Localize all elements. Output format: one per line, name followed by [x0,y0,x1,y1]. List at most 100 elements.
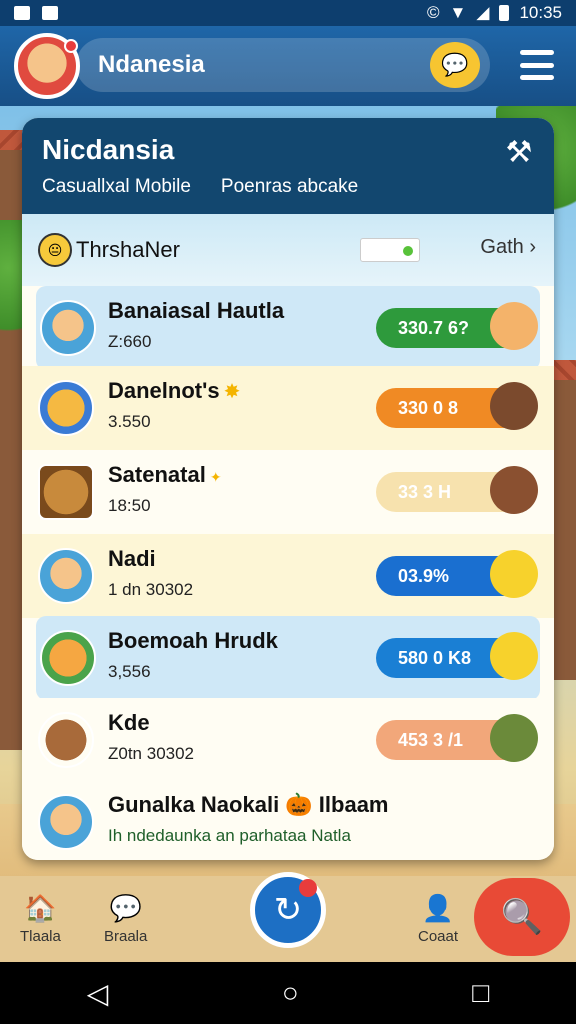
badge-value: 330.7 6? [398,317,470,338]
filter-label: ThrshaNer [76,237,180,262]
avatar [40,300,96,356]
badge-value: 453 3 /1 [398,729,464,750]
card-subtitle-left: Casuallxal Mobile [42,176,191,197]
status-bar: © ▼ ◢ 10:35 [0,0,576,26]
item-score: 1 dn 30302 [108,580,194,599]
profile-avatar[interactable] [14,33,80,99]
avatar [38,548,94,604]
pet-icon [490,302,538,350]
refresh-icon: ↻ [273,891,303,929]
leaderboard-card: Nicdansia Casuallxal Mobile Poenras abca… [22,118,554,860]
pet-icon [490,714,538,762]
badge-value: 03.9% [398,565,450,586]
item-score: Z0tn 30302 [108,744,195,763]
sync-icon: © [427,3,440,22]
avatar [38,712,94,768]
list-item[interactable]: Banaiasal Hautla Z:660 330.7 6? [36,286,540,370]
app-title-bar: Ndanesia 💬 [76,38,490,92]
filter-row[interactable]: 😐 ThrshaNer Gath › [22,214,554,286]
avatar [38,380,94,436]
app-bar: Ndanesia 💬 [0,26,576,106]
item-score: 3,556 [108,662,151,681]
item-name: Boemoah Hrudk [108,628,278,653]
nav-profile[interactable]: 👤 Coaat [418,888,459,946]
search-button[interactable]: 🔍 [474,878,570,956]
chat-icon: 💬 [109,892,142,923]
signal-icon: ◢ [476,3,490,22]
item-name-text: Satenatal [108,462,206,487]
item-name-text: Danelnot's [108,378,220,403]
menu-line [520,75,554,80]
badge-value: 330 0 8 [398,397,459,418]
score-badge[interactable]: 33 3 H [376,466,538,514]
back-icon[interactable]: ◁ [87,977,109,1010]
avatar [38,794,94,850]
nav-profile-label: Coaat [418,928,459,945]
search-icon: 🔍 [500,898,544,936]
score-badge[interactable]: 580 0 K8 [376,632,538,680]
item-name: Gunalka Naokali 🎃 Ilbaam [108,792,389,817]
treasure-chest-icon [38,464,94,520]
gallery-icon [14,6,30,20]
item-name: Banaiasal Hautla [108,298,285,323]
menu-line [520,62,554,68]
list-item[interactable]: Satenatal ✦ 18:50 33 3 H [22,450,554,534]
nav-chat-label: Braala [104,928,148,945]
recents-icon[interactable]: □ [472,977,489,1009]
card-subtitle-right: Poenras abcake [220,176,359,197]
nav-home[interactable]: 🏠 Tlaala [20,888,61,946]
nav-home-label: Tlaala [20,928,61,945]
gath-label: Gath [480,236,524,258]
card-header: Nicdansia Casuallxal Mobile Poenras abca… [22,118,554,214]
center-action-button[interactable]: ↻ [250,872,326,948]
score-badge[interactable]: 330 0 8 [376,382,538,430]
sparkle-icon: ✦ [209,469,222,485]
card-title: Nicdansia [42,134,175,165]
item-score: 18:50 [108,496,151,515]
pet-icon [490,632,538,680]
chat-button[interactable]: 💬 [430,42,480,88]
list-item[interactable]: Gunalka Naokali 🎃 Ilbaam Ih ndedaunka an… [22,780,554,860]
pet-icon [490,382,538,430]
card-subtitle: Casuallxal Mobile Poenras abcake [42,176,534,198]
list-item[interactable]: Boemoah Hrudk 3,556 580 0 K8 [36,616,540,700]
notification-dot [299,879,317,897]
item-score: Z:660 [108,332,152,351]
star-icon: ✸ [223,381,241,403]
user-icon: 👤 [421,892,455,923]
list-item[interactable]: Kde Z0tn 30302 453 3 /1 [22,698,554,782]
pet-icon [490,550,538,598]
battery-icon [499,5,510,21]
tools-icon[interactable]: ⚒ [502,136,536,170]
nav-chat[interactable]: 💬 Braala [104,888,148,946]
list-item[interactable]: Danelnot's ✸ 3.550 330 0 8 [22,366,554,450]
wifi-icon: ▼ [449,3,467,22]
item-name: Satenatal ✦ [108,462,222,488]
badge-value: 33 3 H [398,481,452,502]
house-icon: 🏠 [24,892,57,923]
badge-value: 580 0 K8 [398,647,472,668]
item-score: 3.550 [108,412,151,431]
item-name: Nadi [108,546,156,571]
notification-icon [42,6,58,20]
system-nav-bar: ◁ ○ □ [0,962,576,1024]
home-icon[interactable]: ○ [282,977,299,1009]
menu-line [520,50,554,55]
clock: 10:35 [519,3,562,22]
avatar [40,630,96,686]
pet-icon [490,466,538,514]
item-name: Danelnot's ✸ [108,378,240,404]
menu-button[interactable] [520,50,554,80]
app-title: Ndanesia [98,51,205,78]
gath-link[interactable]: Gath › [480,236,536,259]
emoji-icon: 😐 [38,233,72,267]
item-description: Ih ndedaunka an parhataa Natla [108,826,351,845]
score-badge[interactable]: 03.9% [376,550,538,598]
chat-bubble-icon: 💬 [441,52,469,77]
list-item[interactable]: Nadi 1 dn 30302 03.9% [22,534,554,618]
notification-dot [64,39,78,53]
score-badge[interactable]: 453 3 /1 [376,714,538,762]
item-name: Kde [108,710,150,735]
score-badge[interactable]: 330.7 6? [376,302,538,350]
flag-icon [360,238,420,262]
